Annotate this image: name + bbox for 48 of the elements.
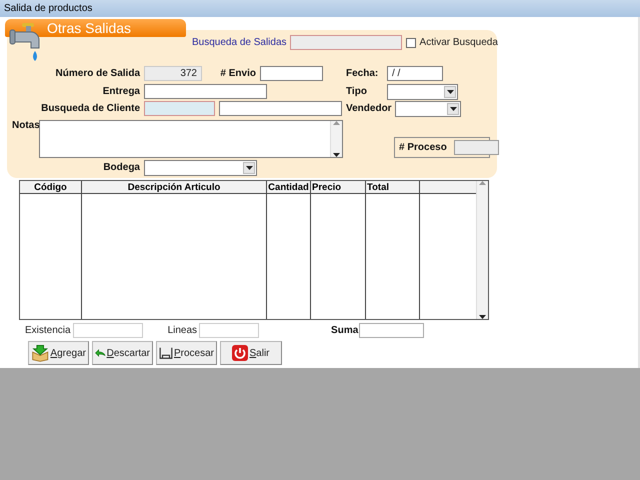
column-header: Precio	[311, 181, 365, 194]
column-header: Cantidad	[267, 181, 310, 194]
scroll-up-icon	[333, 121, 340, 125]
field-label: Suma	[331, 325, 358, 336]
field-label: # Envio	[219, 68, 256, 79]
input-field[interactable]	[219, 101, 342, 116]
box-arrow-icon	[31, 343, 50, 363]
dropdown-arrow-icon	[333, 153, 340, 157]
field-label: # Proceso	[399, 142, 447, 153]
input-field[interactable]	[144, 101, 215, 116]
dropdown-arrow-icon	[450, 106, 456, 110]
input-field[interactable]	[144, 84, 267, 99]
field-label: Fecha:	[346, 68, 380, 79]
field-label: Bodega	[102, 162, 140, 173]
action-button[interactable]: Procesar	[156, 341, 217, 365]
window-title: Salida de productos	[4, 3, 92, 14]
dropdown[interactable]	[395, 100, 461, 116]
dropdown-arrow-icon	[479, 315, 486, 319]
column-header: Total	[366, 181, 419, 194]
input-field[interactable]	[260, 66, 323, 81]
dropdown[interactable]	[387, 84, 458, 100]
input-field[interactable]	[199, 323, 260, 338]
scrollbar[interactable]	[476, 181, 488, 319]
search-label: Busqueda de Salidas	[192, 37, 287, 48]
action-button[interactable]: Salir	[220, 341, 282, 365]
field-label: Vendedor	[346, 103, 393, 114]
column-header: Código	[20, 181, 81, 194]
dropdown-arrow-icon	[246, 166, 252, 170]
field-label: Lineas	[168, 325, 198, 336]
field-label: Busqueda de Cliente	[40, 103, 140, 114]
input-field[interactable]	[359, 323, 424, 338]
scrollbar[interactable]	[330, 121, 342, 157]
checkbox-label: Activar Busqueda	[420, 37, 498, 48]
scroll-up-icon	[479, 181, 486, 185]
input-field[interactable]	[72, 323, 143, 338]
field-label: Número de Salida	[54, 68, 140, 79]
power-icon	[232, 345, 248, 361]
field-label: Tipo	[346, 86, 368, 97]
date-field[interactable]: / /	[387, 66, 443, 81]
action-button[interactable]: Descartar	[92, 341, 153, 365]
column-header: Descripción Articulo	[82, 181, 266, 194]
dropdown-arrow-icon	[446, 90, 454, 94]
notes-field[interactable]	[39, 120, 343, 158]
action-button[interactable]: Agregar	[28, 341, 89, 365]
dropdown[interactable]	[144, 160, 257, 176]
field-label: Existencia	[25, 325, 71, 336]
field-label: Notas	[12, 120, 39, 131]
field-label: Entrega	[102, 86, 140, 97]
